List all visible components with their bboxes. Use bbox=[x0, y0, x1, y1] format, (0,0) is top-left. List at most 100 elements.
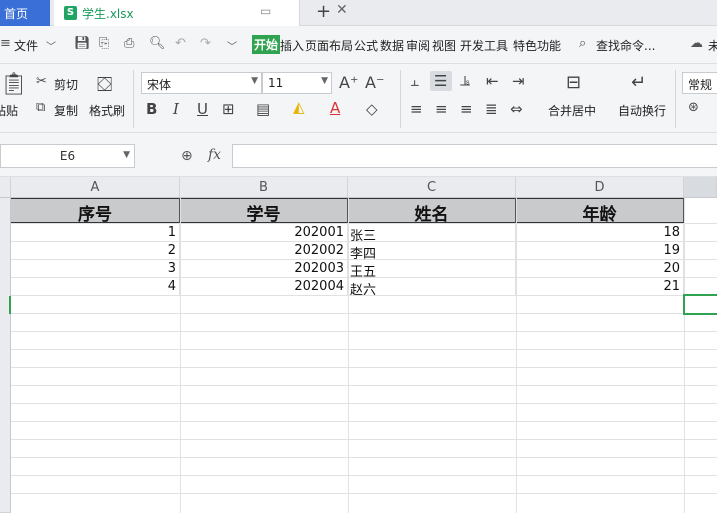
cell-student-id[interactable]: 202001 bbox=[180, 224, 348, 242]
justify-icon[interactable]: ≣ bbox=[485, 100, 498, 118]
menu-review[interactable]: 审阅 bbox=[406, 37, 430, 54]
cell-seq[interactable]: 4 bbox=[11, 278, 180, 296]
cell-seq[interactable]: 2 bbox=[11, 242, 180, 260]
column-header-d[interactable]: D bbox=[516, 177, 684, 198]
cell-name[interactable]: 赵六 bbox=[348, 278, 516, 296]
chevron-down-icon[interactable]: ﹀ bbox=[227, 38, 237, 53]
print-icon[interactable]: ⎙ bbox=[124, 36, 134, 51]
align-right-icon[interactable]: ≡ bbox=[460, 100, 473, 118]
underline-button[interactable]: U bbox=[197, 100, 208, 118]
table-header-seq[interactable]: 序号 bbox=[11, 198, 180, 225]
align-bottom-icon[interactable]: ⫡ bbox=[460, 72, 470, 90]
float-window-icon[interactable]: ▭ bbox=[260, 4, 271, 18]
border-icon[interactable]: ⊞ bbox=[222, 100, 235, 118]
distributed-icon[interactable]: ⇔ bbox=[510, 100, 523, 118]
copy-button[interactable]: 复制 bbox=[54, 102, 78, 119]
menu-home[interactable]: 开始 bbox=[252, 35, 281, 54]
menu-developer[interactable]: 开发工具 bbox=[460, 37, 508, 54]
close-icon[interactable]: ✕ bbox=[336, 2, 348, 18]
format-painter-button[interactable]: 格式刷 bbox=[89, 102, 125, 119]
number-format-select[interactable]: 常规 bbox=[682, 72, 717, 94]
undo-icon[interactable]: ↶ bbox=[175, 36, 186, 51]
wrap-text-icon[interactable]: ↵ bbox=[631, 72, 646, 93]
cell-student-id[interactable]: 202002 bbox=[180, 242, 348, 260]
name-box[interactable]: E6 ▼ bbox=[0, 144, 135, 168]
cloud-icon[interactable]: ☁ bbox=[690, 36, 703, 51]
paste-button[interactable]: 粘贴 bbox=[0, 102, 18, 119]
menu-file[interactable]: 文件 bbox=[14, 37, 38, 54]
tab-file[interactable]: S 学生.xlsx ▭ ✕ bbox=[54, 0, 348, 26]
cell-name[interactable]: 张三 bbox=[348, 224, 516, 242]
merge-center-button[interactable]: 合并居中 bbox=[548, 102, 596, 119]
dropdown-arrow-icon: ▼ bbox=[251, 76, 258, 86]
cell-age[interactable]: 20 bbox=[516, 260, 684, 278]
cut-button[interactable]: 剪切 bbox=[54, 76, 78, 93]
wrap-text-button[interactable]: 自动换行 bbox=[618, 102, 666, 119]
align-center-icon[interactable]: ≡ bbox=[435, 100, 448, 118]
italic-button[interactable]: I bbox=[173, 100, 179, 118]
cell-style-icon[interactable]: ▤ bbox=[256, 100, 270, 118]
menu-special[interactable]: 特色功能 bbox=[513, 37, 561, 54]
column-header-b[interactable]: B bbox=[180, 177, 348, 198]
cell-name[interactable]: 王五 bbox=[348, 260, 516, 278]
redo-icon[interactable]: ↷ bbox=[200, 36, 211, 51]
column-header-c[interactable]: C bbox=[348, 177, 516, 198]
format-painter-icon[interactable]: ⛋ bbox=[97, 72, 112, 96]
save-icon[interactable]: 💾︎ bbox=[74, 36, 91, 51]
font-size-select[interactable]: 11 ▼ bbox=[262, 72, 332, 94]
tab-home[interactable]: 首页 bbox=[0, 0, 50, 26]
font-name-value: 宋体 bbox=[147, 78, 172, 92]
align-left-icon[interactable]: ≡ bbox=[410, 100, 423, 118]
menu-view[interactable]: 视图 bbox=[432, 37, 456, 54]
chevron-down-icon[interactable]: ﹀ bbox=[46, 38, 56, 53]
fill-color-icon[interactable]: ◭ bbox=[293, 98, 305, 116]
number-format-value: 常规 bbox=[688, 78, 713, 92]
cloud-label[interactable]: 未 bbox=[708, 37, 717, 54]
column-header-a[interactable]: A bbox=[11, 177, 180, 198]
file-tab-label: 学生.xlsx bbox=[82, 7, 134, 21]
paste-icon[interactable]: 📋︎ bbox=[0, 72, 28, 97]
select-all-corner[interactable] bbox=[0, 177, 11, 198]
spreadsheet-grid: A B C D 序号 学号 姓名 年龄 1 202001 张三 18 2 202… bbox=[0, 177, 717, 513]
new-tab-button[interactable]: + bbox=[316, 1, 331, 22]
merge-center-icon[interactable]: ⊟ bbox=[566, 72, 581, 93]
align-middle-icon[interactable]: ☰ bbox=[434, 72, 447, 90]
align-top-icon[interactable]: ⫠ bbox=[410, 72, 419, 90]
print-preview-icon[interactable]: 🔍︎ bbox=[149, 36, 166, 51]
zoom-formula-icon[interactable]: ⊕ bbox=[181, 148, 193, 164]
cell-age[interactable]: 19 bbox=[516, 242, 684, 260]
decrease-font-icon[interactable]: A⁻ bbox=[365, 73, 384, 92]
table-header-name[interactable]: 姓名 bbox=[348, 198, 516, 225]
selected-cell[interactable] bbox=[683, 294, 717, 315]
menu-page-layout[interactable]: 页面布局 bbox=[305, 37, 353, 54]
menu-formula[interactable]: 公式 bbox=[354, 37, 378, 54]
copy-icon[interactable]: ⧉ bbox=[36, 100, 45, 115]
formula-input[interactable] bbox=[232, 144, 717, 168]
cell-age[interactable]: 18 bbox=[516, 224, 684, 242]
command-search[interactable]: 查找命令... bbox=[596, 37, 655, 54]
bold-button[interactable]: B bbox=[146, 100, 157, 118]
fx-icon[interactable]: fx bbox=[208, 147, 221, 163]
menu-insert[interactable]: 插入 bbox=[280, 37, 304, 54]
currency-icon[interactable]: ⊛ bbox=[688, 100, 699, 115]
decrease-indent-icon[interactable]: ⇤ bbox=[486, 72, 499, 90]
scissors-icon[interactable]: ✂ bbox=[36, 74, 47, 89]
cell-seq[interactable]: 1 bbox=[11, 224, 180, 242]
increase-font-icon[interactable]: A⁺ bbox=[339, 73, 358, 92]
cell-student-id[interactable]: 202003 bbox=[180, 260, 348, 278]
table-header-id[interactable]: 学号 bbox=[180, 198, 348, 225]
eraser-icon[interactable]: ◇ bbox=[366, 100, 378, 118]
column-header-e[interactable] bbox=[684, 177, 717, 198]
menu-data[interactable]: 数据 bbox=[380, 37, 404, 54]
cell-name[interactable]: 李四 bbox=[348, 242, 516, 260]
font-name-select[interactable]: 宋体 ▼ bbox=[141, 72, 262, 94]
hamburger-icon[interactable]: ≡ bbox=[0, 36, 11, 51]
font-color-icon[interactable]: A bbox=[330, 99, 340, 117]
cell-age[interactable]: 21 bbox=[516, 278, 684, 296]
increase-indent-icon[interactable]: ⇥ bbox=[512, 72, 525, 90]
table-header-age[interactable]: 年龄 bbox=[516, 198, 684, 225]
cell-seq[interactable]: 3 bbox=[11, 260, 180, 278]
cell-student-id[interactable]: 202004 bbox=[180, 278, 348, 296]
row-header-strip[interactable] bbox=[0, 198, 11, 513]
output-icon[interactable]: ⎘ bbox=[99, 36, 109, 51]
